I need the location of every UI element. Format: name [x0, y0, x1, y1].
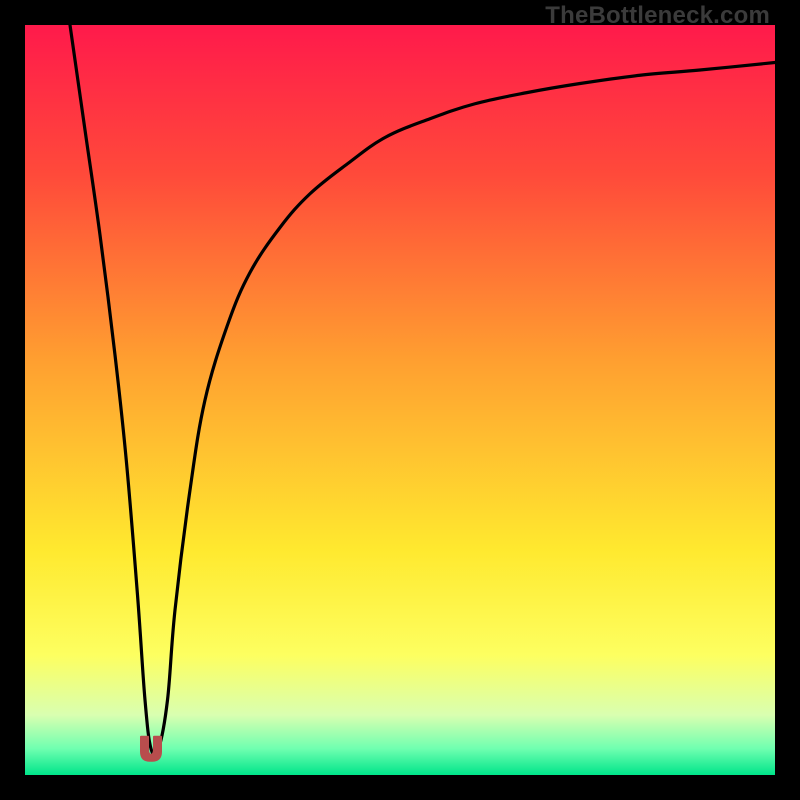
chart-background [25, 25, 775, 775]
chart-frame [25, 25, 775, 775]
bottleneck-chart [25, 25, 775, 775]
